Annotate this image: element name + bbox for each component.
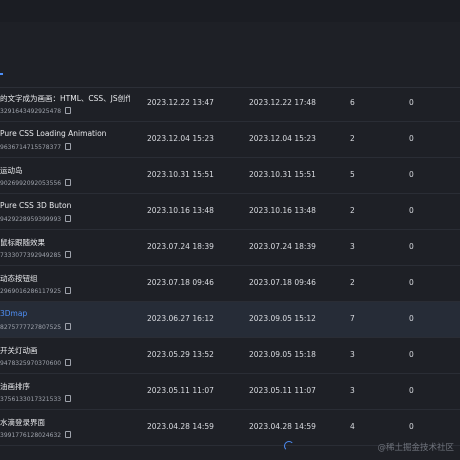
view-count: 3 [350, 350, 355, 359]
table-row[interactable]: 油画排序 3756133017321533 2023.05.11 11:07 2… [0, 374, 460, 410]
row-title[interactable]: Pure CSS Loading Animation [0, 129, 106, 138]
updated-time: 2023.09.05 15:18 [249, 350, 316, 359]
view-count: 5 [350, 170, 355, 179]
row-id: 3991776128024632 [0, 431, 72, 439]
row-title[interactable]: 水滴登录界面 [0, 417, 45, 428]
like-count: 0 [409, 134, 414, 143]
watermark: @稀土掘金技术社区 [377, 443, 454, 453]
like-count: 0 [409, 350, 414, 359]
row-id: 2969016286117925 [0, 287, 72, 295]
created-time: 2023.10.31 15:51 [147, 170, 214, 179]
row-id: 9636714715578377 [0, 143, 72, 151]
tab-bar [0, 55, 460, 88]
updated-time: 2023.10.31 15:51 [249, 170, 316, 179]
updated-time: 2023.04.28 14:59 [249, 422, 316, 431]
view-count: 6 [350, 98, 355, 107]
row-title[interactable]: 3Dmap [0, 309, 27, 318]
row-id: 9478325970370600 [0, 359, 72, 367]
created-time: 2023.05.29 13:52 [147, 350, 214, 359]
row-title[interactable]: Pure CSS 3D Buton [0, 201, 71, 210]
copy-icon[interactable] [65, 323, 72, 330]
like-count: 0 [409, 314, 414, 323]
row-id: 7333077392949285 [0, 251, 72, 259]
updated-time: 2023.09.05 15:12 [249, 314, 316, 323]
updated-time: 2023.10.16 13:48 [249, 206, 316, 215]
like-count: 0 [409, 206, 414, 215]
view-count: 3 [350, 386, 355, 395]
row-id: 3291643492925478 [0, 107, 72, 115]
row-title[interactable]: 鼠标跟随效果 [0, 237, 45, 248]
copy-icon[interactable] [65, 395, 72, 402]
table-row[interactable]: Pure CSS 3D Buton 9429228959399993 2023.… [0, 194, 460, 230]
updated-time: 2023.07.18 09:46 [249, 278, 316, 287]
table-row[interactable]: 动态按钮组 2969016286117925 2023.07.18 09:46 … [0, 266, 460, 302]
row-id: 8275777727807525 [0, 323, 72, 331]
created-time: 2023.07.18 09:46 [147, 278, 214, 287]
updated-time: 2023.12.04 15:23 [249, 134, 316, 143]
updated-time: 2023.07.24 18:39 [249, 242, 316, 251]
like-count: 0 [409, 170, 414, 179]
created-time: 2023.07.24 18:39 [147, 242, 214, 251]
like-count: 0 [409, 278, 414, 287]
row-id: 9429228959399993 [0, 215, 72, 223]
updated-time: 2023.12.22 17:48 [249, 98, 316, 107]
created-time: 2023.10.16 13:48 [147, 206, 214, 215]
view-count: 2 [350, 278, 355, 287]
row-title[interactable]: 动态按钮组 [0, 273, 38, 284]
table-row[interactable]: Pure CSS Loading Animation 9636714715578… [0, 122, 460, 158]
created-time: 2023.04.28 14:59 [147, 422, 214, 431]
view-count: 2 [350, 134, 355, 143]
copy-icon[interactable] [65, 359, 72, 366]
table-row[interactable]: 开关灯动画 9478325970370600 2023.05.29 13:52 … [0, 338, 460, 374]
created-time: 2023.12.22 13:47 [147, 98, 214, 107]
copy-icon[interactable] [65, 431, 72, 438]
copy-icon[interactable] [65, 215, 72, 222]
copy-icon[interactable] [65, 179, 72, 186]
table-row[interactable]: 运动岛 9026992092053556 2023.10.31 15:51 20… [0, 158, 460, 194]
like-count: 0 [409, 98, 414, 107]
view-count: 3 [350, 242, 355, 251]
row-id: 9026992092053556 [0, 179, 72, 187]
active-tab-indicator [0, 73, 3, 75]
copy-icon[interactable] [65, 143, 72, 150]
page: 的文字成为画画：HTML、CSS、JS创作... 329164349292547… [0, 0, 460, 460]
row-title[interactable]: 运动岛 [0, 165, 23, 176]
copy-icon[interactable] [65, 287, 72, 294]
table-row[interactable]: 鼠标跟随效果 7333077392949285 2023.07.24 18:39… [0, 230, 460, 266]
row-id: 3756133017321533 [0, 395, 72, 403]
created-time: 2023.05.11 11:07 [147, 386, 214, 395]
loading-spinner-icon [284, 441, 294, 451]
table-row-hovered[interactable]: 3Dmap 8275777727807525 2023.06.27 16:12 … [0, 302, 460, 338]
view-count: 2 [350, 206, 355, 215]
row-title[interactable]: 开关灯动画 [0, 345, 38, 356]
copy-icon[interactable] [65, 107, 72, 114]
created-time: 2023.06.27 16:12 [147, 314, 214, 323]
top-bar [0, 0, 460, 22]
view-count: 7 [350, 314, 355, 323]
like-count: 0 [409, 386, 414, 395]
table-body: 的文字成为画画：HTML、CSS、JS创作... 329164349292547… [0, 86, 460, 446]
row-title[interactable]: 的文字成为画画：HTML、CSS、JS创作... [0, 93, 130, 104]
like-count: 0 [409, 422, 414, 431]
copy-icon[interactable] [65, 251, 72, 258]
view-count: 4 [350, 422, 355, 431]
like-count: 0 [409, 242, 414, 251]
updated-time: 2023.05.11 11:07 [249, 386, 316, 395]
created-time: 2023.12.04 15:23 [147, 134, 214, 143]
table-row[interactable]: 的文字成为画画：HTML、CSS、JS创作... 329164349292547… [0, 86, 460, 122]
row-title[interactable]: 油画排序 [0, 381, 30, 392]
